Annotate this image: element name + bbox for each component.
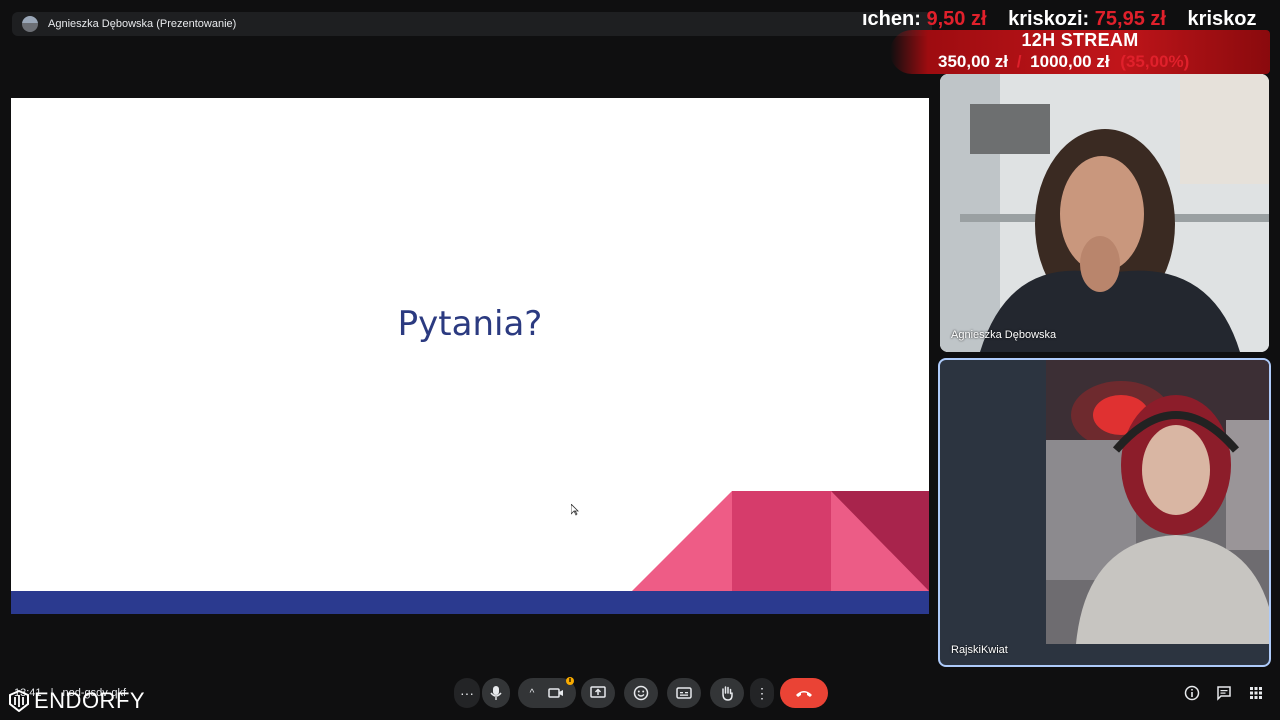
- ticker-donor-name: ıchen:: [862, 8, 921, 30]
- microphone-button[interactable]: [482, 678, 510, 708]
- reactions-button[interactable]: [624, 678, 658, 708]
- slide-shape-center-block: [732, 491, 831, 591]
- mouse-cursor-icon: [571, 504, 579, 516]
- activities-button[interactable]: [1247, 684, 1265, 702]
- stream-goal-current: 350,00 zł: [938, 52, 1008, 71]
- participant-name-label: RajskiKwiat: [951, 644, 1008, 656]
- presenter-bar: Agnieszka Dębowska (Prezentowanie): [12, 12, 932, 36]
- leave-call-button[interactable]: [780, 678, 828, 708]
- captions-button[interactable]: [667, 678, 701, 708]
- stream-goal-progress: 350,00 zł / 1000,00 zł (35,00%): [938, 52, 1189, 72]
- presenter-avatar: [22, 16, 38, 32]
- slide-shape-left-triangle: [632, 491, 732, 591]
- stream-goal-target: 1000,00 zł: [1030, 52, 1110, 71]
- warning-badge-icon: [566, 677, 574, 685]
- present-screen-icon: [590, 686, 606, 698]
- video-camera-icon: [548, 688, 564, 698]
- chat-button[interactable]: [1215, 684, 1233, 702]
- slide-decoration: [632, 491, 929, 591]
- hang-up-phone-icon: [796, 691, 812, 697]
- chat-icon: [1217, 686, 1231, 701]
- slide-footer-bar: [11, 591, 929, 614]
- more-actions-button[interactable]: ⋮: [750, 678, 774, 708]
- ticker-donation-amount: 9,50 zł: [926, 8, 987, 30]
- participant-video-agnieszka: [940, 74, 1269, 352]
- present-screen-button[interactable]: [581, 678, 615, 708]
- meeting-details-button[interactable]: [1183, 684, 1201, 702]
- closed-captions-icon: [676, 687, 692, 699]
- vertical-dots-icon: ⋮: [755, 685, 769, 701]
- ellipsis-icon: ···: [460, 685, 474, 701]
- ticker-donor-name: kriskoz: [1187, 8, 1257, 30]
- participant-tile-rajskikwiat[interactable]: RajskiKwiat: [938, 358, 1271, 667]
- participant-video-rajskikwiat: [1046, 360, 1269, 644]
- ticker-donation-amount: 75,95 zł: [1094, 8, 1166, 30]
- more-options-button[interactable]: ···: [454, 678, 480, 708]
- camera-control-group[interactable]: ^: [518, 677, 576, 708]
- stream-goal-title: 12H STREAM: [1021, 30, 1139, 50]
- stream-goal-percent: (35,00%): [1120, 52, 1190, 71]
- chevron-up-icon[interactable]: ^: [530, 688, 535, 699]
- presentation-slide: Pytania?: [11, 98, 929, 614]
- grid-apps-icon: [1250, 687, 1262, 699]
- emoji-icon: [633, 685, 649, 701]
- participant-name-label: Agnieszka Dębowska: [951, 329, 1057, 341]
- raise-hand-icon: [722, 686, 733, 701]
- raise-hand-button[interactable]: [710, 678, 744, 708]
- presenter-name: Agnieszka Dębowska (Prezentowanie): [48, 18, 237, 30]
- microphone-icon: [490, 686, 502, 700]
- ticker-donor-name: kriskozi:: [1008, 8, 1090, 30]
- participant-tile-agnieszka[interactable]: Agnieszka Dębowska: [940, 74, 1269, 352]
- call-controls: ··· ^ ⋮: [0, 677, 1280, 708]
- info-icon: [1184, 685, 1200, 701]
- stream-goal-separator: /: [1016, 52, 1022, 71]
